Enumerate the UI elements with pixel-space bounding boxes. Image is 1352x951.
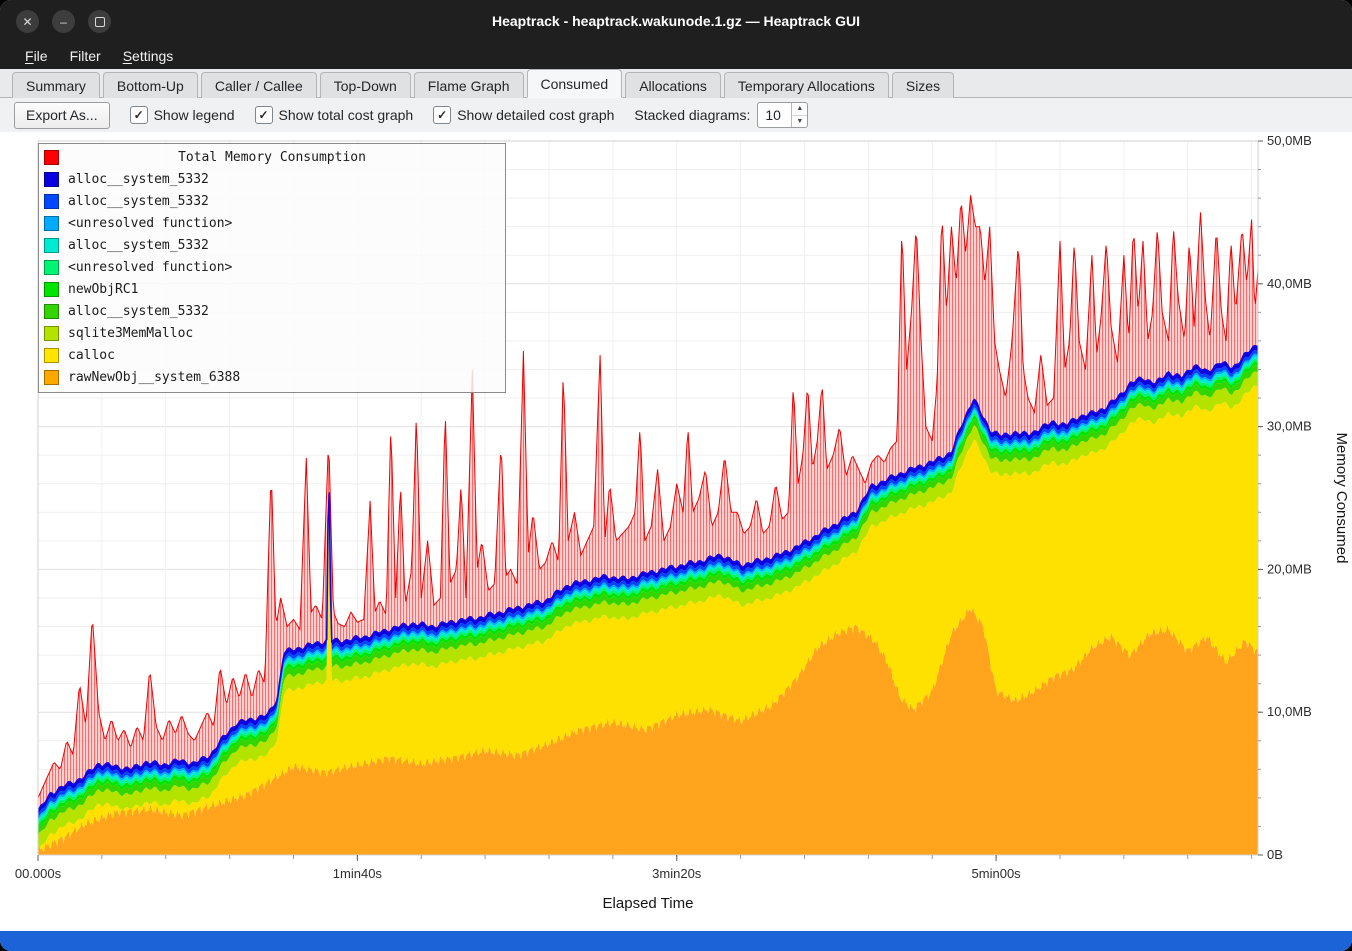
y-tick-label: 50,0MB <box>1267 133 1312 148</box>
checkbox-show-detailed-cost-graph[interactable]: Show detailed cost graph <box>433 106 614 124</box>
y-tick-label: 40,0MB <box>1267 276 1312 291</box>
y-axis-title: Memory Consumed <box>1333 433 1350 564</box>
legend-label: alloc__system_5332 <box>68 172 209 187</box>
legend-swatch <box>44 304 59 319</box>
legend-label: alloc__system_5332 <box>68 194 209 209</box>
legend-item: alloc__system_5332 <box>39 168 505 190</box>
legend-item: calloc <box>39 344 505 366</box>
x-axis-title: Elapsed Time <box>603 895 694 912</box>
y-tick-label: 0B <box>1267 847 1283 862</box>
legend-title: Total Memory Consumption <box>59 150 505 165</box>
x-tick-label: 5min00s <box>972 866 1022 881</box>
tab-caller-callee[interactable]: Caller / Callee <box>201 72 317 98</box>
legend-swatch <box>44 238 59 253</box>
legend-swatch <box>44 216 59 231</box>
menu-filter[interactable]: Filter <box>61 46 110 66</box>
spin-up-icon[interactable]: ▲ <box>792 103 807 116</box>
window-title: Heaptrack - heaptrack.wakunode.1.gz — He… <box>0 0 1352 42</box>
menu-settings[interactable]: Settings <box>114 46 183 66</box>
x-tick-label: 3min20s <box>652 866 702 881</box>
legend-item: rawNewObj__system_6388 <box>39 366 505 388</box>
legend-swatch <box>44 326 59 341</box>
legend-item: sqlite3MemMalloc <box>39 322 505 344</box>
legend-swatch <box>44 370 59 385</box>
legend-item: alloc__system_5332 <box>39 300 505 322</box>
export-as-button[interactable]: Export As... <box>14 102 110 129</box>
y-tick-label: 20,0MB <box>1267 561 1312 576</box>
y-tick-label: 10,0MB <box>1267 704 1312 719</box>
legend-label: <unresolved function> <box>68 260 232 275</box>
checkbox-label: Show detailed cost graph <box>457 107 614 123</box>
legend-swatch <box>44 348 59 363</box>
legend-swatch-total <box>44 150 59 165</box>
legend-item: <unresolved function> <box>39 256 505 278</box>
tab-sizes[interactable]: Sizes <box>892 72 954 98</box>
checkbox-icon[interactable] <box>433 106 451 124</box>
legend-swatch <box>44 282 59 297</box>
tab-consumed[interactable]: Consumed <box>527 69 623 98</box>
checkbox-label: Show legend <box>154 107 235 123</box>
consumed-chart-panel: 00.000s 1min40s 3min20s 5min00s 0B 10,0MB 20,0… <box>0 132 1352 931</box>
legend-label: calloc <box>68 348 115 363</box>
checkbox-icon[interactable] <box>255 106 273 124</box>
toolbar: Export As... Show legend Show total cost… <box>0 98 1352 132</box>
spin-down-icon[interactable]: ▼ <box>792 116 807 128</box>
legend-swatch <box>44 194 59 209</box>
legend-swatch <box>44 172 59 187</box>
tab-temporary-allocations[interactable]: Temporary Allocations <box>724 72 889 98</box>
menu-file[interactable]: File <box>16 46 57 66</box>
spin-value[interactable]: 10 <box>758 103 791 127</box>
titlebar[interactable]: ✕ – Heaptrack - heaptrack.wakunode.1.gz … <box>0 0 1352 42</box>
chart-legend: Total Memory Consumption alloc__system_5… <box>38 143 506 393</box>
bottom-accent-bar <box>0 931 1352 951</box>
legend-label: sqlite3MemMalloc <box>68 326 193 341</box>
legend-label: rawNewObj__system_6388 <box>68 370 240 385</box>
x-tick-label: 00.000s <box>15 866 62 881</box>
tab-flame-graph[interactable]: Flame Graph <box>414 72 524 98</box>
legend-label: alloc__system_5332 <box>68 304 209 319</box>
legend-label: alloc__system_5332 <box>68 238 209 253</box>
checkbox-show-legend[interactable]: Show legend <box>130 106 235 124</box>
tab-allocations[interactable]: Allocations <box>625 72 721 98</box>
legend-item: alloc__system_5332 <box>39 234 505 256</box>
checkbox-icon[interactable] <box>130 106 148 124</box>
legend-item: <unresolved function> <box>39 212 505 234</box>
y-tick-label: 30,0MB <box>1267 419 1312 434</box>
legend-swatch <box>44 260 59 275</box>
stacked-diagrams-spinbox[interactable]: 10 ▲ ▼ <box>757 102 808 128</box>
legend-item: newObjRC1 <box>39 278 505 300</box>
tab-bottom-up[interactable]: Bottom-Up <box>103 72 198 98</box>
stacked-diagrams-label: Stacked diagrams: <box>634 107 750 123</box>
tabbar: Summary Bottom-Up Caller / Callee Top-Do… <box>0 69 1352 98</box>
app-window: ✕ – Heaptrack - heaptrack.wakunode.1.gz … <box>0 0 1352 951</box>
legend-label: <unresolved function> <box>68 216 232 231</box>
x-tick-label: 1min40s <box>333 866 383 881</box>
checkbox-show-total-cost-graph[interactable]: Show total cost graph <box>255 106 414 124</box>
tab-top-down[interactable]: Top-Down <box>320 72 411 98</box>
legend-label: newObjRC1 <box>68 282 138 297</box>
tab-summary[interactable]: Summary <box>12 72 100 98</box>
checkbox-label: Show total cost graph <box>279 107 414 123</box>
menubar: File Filter Settings <box>0 42 1352 69</box>
legend-item: alloc__system_5332 <box>39 190 505 212</box>
